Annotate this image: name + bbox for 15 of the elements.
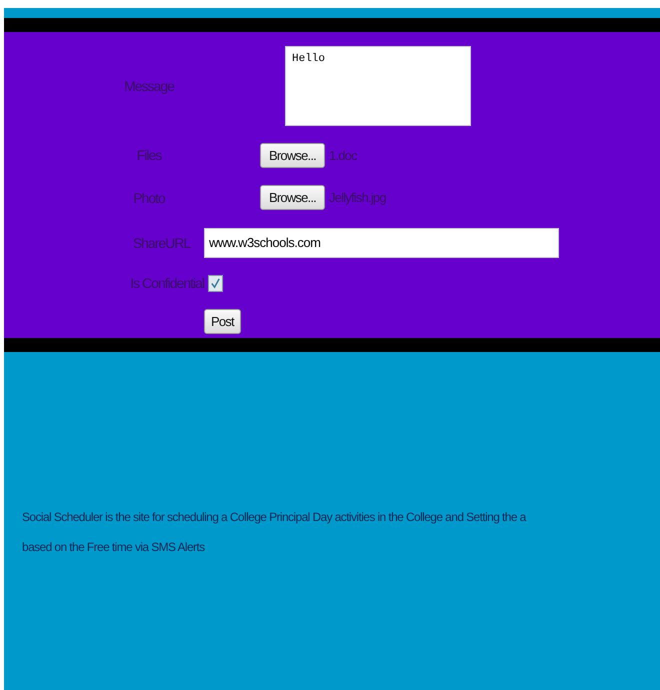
- field-label: Is Confidential: [129, 275, 204, 292]
- message-field[interactable]: Hello: [285, 46, 471, 126]
- field-label: Message: [123, 78, 176, 94]
- field-label: Files: [136, 147, 163, 164]
- description-text: based on the Free time via SMS Alerts: [22, 539, 206, 556]
- post-button[interactable]: Post: [204, 309, 241, 334]
- field-label: Photo: [132, 190, 166, 206]
- description-text: Social Scheduler is the site for scheduling a College Principal Day activities in the College and Setting the a: [22, 509, 528, 526]
- url-field[interactable]: www.w3schools.com: [204, 228, 559, 258]
- browse-button[interactable]: Browse...: [260, 185, 325, 210]
- browse-button[interactable]: Browse...: [260, 142, 325, 168]
- field-label: ShareURL: [132, 234, 192, 251]
- confidential-checkbox[interactable]: [208, 274, 223, 292]
- file-name: Jellyfish.jpg: [328, 190, 386, 206]
- file-name: 1.doc: [328, 148, 357, 163]
